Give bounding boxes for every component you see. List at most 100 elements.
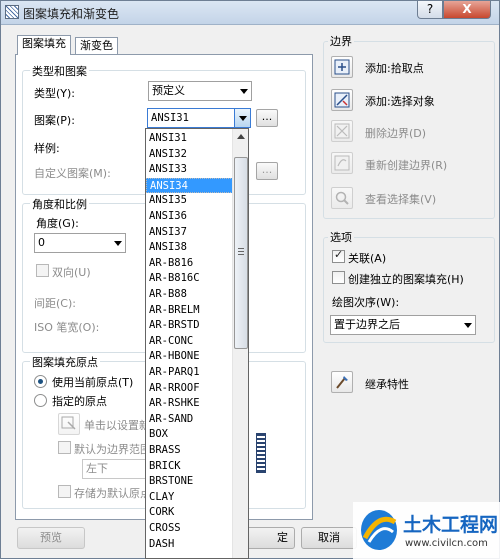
origin-position-value: 左下 (86, 462, 108, 475)
pattern-option[interactable]: DASH (146, 537, 233, 553)
window-title: 图案填充和渐变色 (23, 7, 120, 21)
boundary-group-label: 边界 (328, 33, 354, 49)
paintbrush-icon (336, 376, 348, 389)
magnifier-icon (335, 191, 349, 205)
pattern-option[interactable]: CROSS (146, 521, 233, 537)
pattern-browse-button[interactable]: ... (256, 109, 278, 127)
tab-gradient[interactable]: 渐变色 (75, 37, 118, 55)
use-current-origin-label: 使用当前原点(T) (52, 376, 134, 389)
draw-order-label: 绘图次序(W): (332, 296, 400, 309)
pattern-option[interactable]: AR-CONC (146, 334, 233, 350)
dropdown-scrollbar[interactable] (232, 129, 248, 558)
scroll-up-button[interactable] (234, 130, 248, 144)
pattern-option[interactable]: AR-BRELM (146, 303, 233, 319)
pattern-option[interactable]: ANSI32 (146, 147, 233, 163)
associative-label: 关联(A) (348, 252, 387, 265)
custom-browse-button[interactable]: ... (256, 162, 278, 180)
pattern-option[interactable]: AR-B816C (146, 271, 233, 287)
click-set-origin-label: 单击以设置新 (84, 419, 150, 432)
default-boundary-checkbox[interactable] (58, 441, 71, 454)
custom-pattern-label: 自定义图案(M): (34, 167, 111, 180)
separate-hatches-label: 创建独立的图案填充(H) (348, 273, 464, 286)
pattern-dropdown-button[interactable] (234, 109, 250, 127)
select-objects-icon (334, 92, 350, 108)
chevron-down-icon (240, 89, 248, 94)
pattern-option[interactable]: ANSI36 (146, 209, 233, 225)
pattern-select[interactable]: ANSI31 (147, 108, 251, 128)
chevron-up-icon (237, 134, 245, 139)
options-group-label: 选项 (328, 229, 354, 245)
iso-pen-width-label: ISO 笔宽(O): (34, 321, 100, 334)
pattern-option[interactable]: AR-SAND (146, 412, 233, 428)
chevron-down-icon (239, 116, 247, 121)
set-origin-button[interactable] (58, 413, 80, 435)
angle-select[interactable]: 0 (34, 233, 126, 253)
pattern-option[interactable]: AR-B816 (146, 256, 233, 272)
pattern-dropdown-list[interactable]: DASH CROSS CORK CLAY BRSTONE BRICK BRASS BOX AR-… (145, 128, 249, 559)
pattern-option[interactable]: BRICK (146, 459, 233, 475)
pattern-option[interactable]: ANSI34 (146, 177, 233, 194)
hatch-app-icon (5, 5, 19, 19)
pattern-option[interactable]: CLAY (146, 490, 233, 506)
pattern-option[interactable]: AR-RSHKE (146, 396, 233, 412)
recreate-boundary-label[interactable]: 重新创建边界(R) (365, 157, 447, 173)
scroll-thumb[interactable] (234, 157, 248, 349)
add-pick-points-label[interactable]: 添加:拾取点 (365, 60, 424, 76)
watermark-url: www.civilcn.com (405, 538, 488, 549)
store-default-label: 存储为默认原点 (74, 487, 151, 500)
remove-boundaries-label[interactable]: 删除边界(D) (365, 125, 426, 141)
swatch-label: 样例: (34, 142, 60, 155)
draw-order-value: 置于边界之后 (334, 318, 400, 331)
chevron-down-icon (464, 323, 472, 328)
add-select-objects-button[interactable] (331, 89, 353, 111)
angle-select-value: 0 (38, 236, 45, 249)
pattern-option[interactable]: BOX (146, 427, 233, 443)
view-selections-label[interactable]: 查看选择集(V) (365, 191, 436, 207)
pattern-option[interactable]: AR-PARQ1 (146, 365, 233, 381)
inherit-properties-label[interactable]: 继承特性 (365, 376, 409, 392)
pattern-option[interactable]: AR-B88 (146, 287, 233, 303)
tab-hatch[interactable]: 图案填充 (17, 35, 71, 55)
store-default-checkbox[interactable] (58, 485, 71, 498)
double-label: 双向(U) (52, 266, 91, 279)
pattern-option[interactable]: ANSI31 (146, 131, 233, 147)
specified-origin-radio[interactable] (34, 394, 47, 407)
pattern-option[interactable]: ANSI38 (146, 240, 233, 256)
pattern-option[interactable]: BRSTONE (146, 474, 233, 490)
angle-scale-group-label: 角度和比例 (30, 196, 89, 212)
add-select-objects-label[interactable]: 添加:选择对象 (365, 93, 435, 109)
double-checkbox[interactable] (36, 264, 49, 277)
hatch-gradient-dialog: 图案填充和渐变色 ? X 图案填充 渐变色 类型和图案 类型(Y): 预定义 图… (0, 0, 500, 559)
pattern-label: 图案(P): (34, 114, 75, 127)
pattern-option[interactable]: ANSI37 (146, 225, 233, 241)
type-select[interactable]: 预定义 (148, 81, 252, 101)
origin-group-label: 图案填充原点 (30, 354, 100, 370)
cancel-button[interactable]: 取消 (301, 527, 357, 549)
separate-hatches-checkbox[interactable] (332, 271, 345, 284)
preview-button[interactable]: 预览 (17, 527, 85, 549)
pattern-option[interactable]: AR-BRSTD (146, 318, 233, 334)
type-label: 类型(Y): (34, 87, 76, 100)
use-current-origin-radio[interactable] (34, 375, 47, 388)
pattern-option[interactable]: ANSI35 (146, 193, 233, 209)
pattern-option[interactable]: AR-RROOF (146, 381, 233, 397)
title-bar: 图案填充和渐变色 ? X (1, 1, 499, 25)
add-pick-points-button[interactable] (331, 56, 353, 78)
origin-preview-image (256, 433, 266, 473)
close-button[interactable]: X (443, 1, 491, 19)
pattern-option[interactable]: AR-HBONE (146, 349, 233, 365)
origin-position-select[interactable]: 左下 (82, 459, 152, 479)
pick-origin-icon (61, 416, 76, 430)
pattern-option[interactable]: ANSI33 (146, 162, 233, 178)
remove-boundaries-button[interactable] (331, 120, 353, 142)
inherit-properties-button[interactable] (331, 371, 353, 393)
pattern-option[interactable]: BRASS (146, 443, 233, 459)
remove-boundary-icon (334, 123, 350, 139)
associative-checkbox[interactable] (332, 248, 345, 263)
recreate-boundary-button[interactable] (331, 152, 353, 174)
view-selections-button[interactable] (331, 187, 353, 209)
pattern-select-value: ANSI31 (151, 112, 189, 124)
draw-order-select[interactable]: 置于边界之后 (330, 315, 476, 335)
pattern-option[interactable]: CORK (146, 505, 233, 521)
help-button[interactable]: ? (417, 1, 443, 19)
